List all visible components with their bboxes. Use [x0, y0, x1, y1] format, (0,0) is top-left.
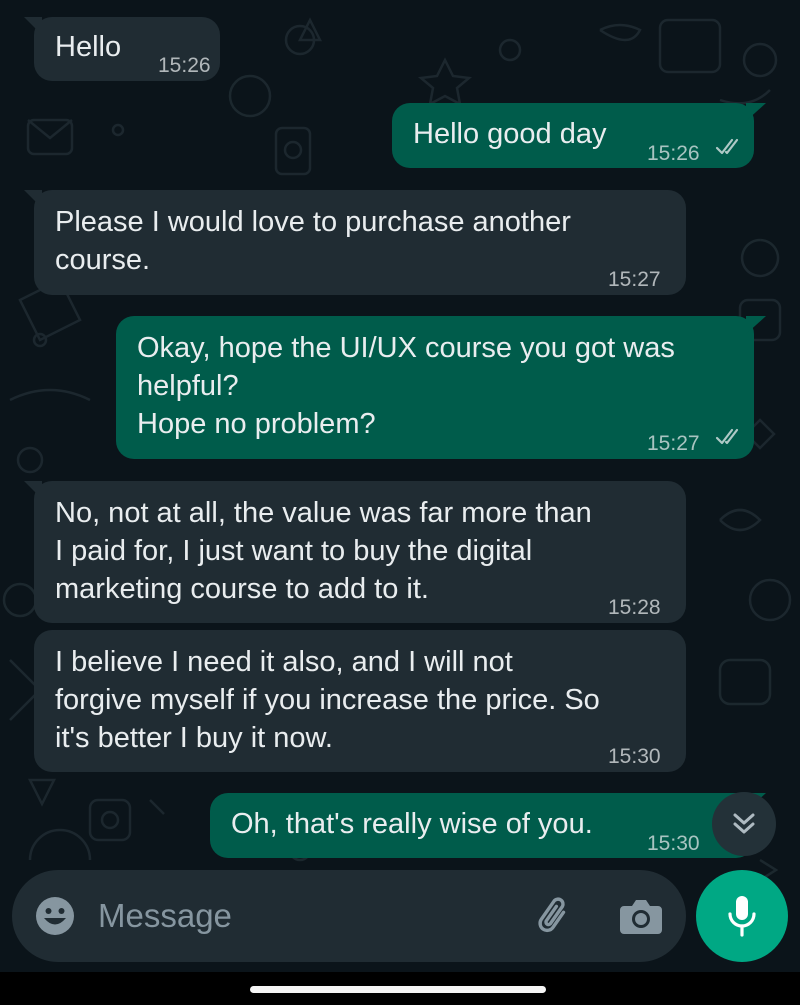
double-chevron-down-icon [733, 813, 755, 834]
message-text: Oh, that's really wise of you. [231, 808, 593, 840]
message-text: Hello [55, 31, 122, 63]
message-bubble-outgoing[interactable]: Oh, that's really wise of you. 15:30 [210, 793, 766, 858]
voice-message-button[interactable] [696, 870, 788, 962]
camera-icon[interactable] [618, 894, 664, 938]
read-ticks-icon [715, 428, 739, 445]
message-bubble-incoming[interactable]: I believe I need it also, and I will not… [34, 630, 686, 772]
message-list: Hello 15:26 Hello good day 15:26 Please … [0, 0, 800, 870]
read-ticks-icon [715, 138, 739, 155]
chat-screen: Hello 15:26 Hello good day 15:26 Please … [0, 0, 800, 1005]
scroll-to-bottom-button[interactable] [712, 792, 776, 856]
message-bubble-incoming[interactable]: Hello 15:26 [24, 17, 220, 81]
message-time: 15:30 [647, 832, 700, 855]
message-text: Please I would love to purchase another … [55, 206, 571, 276]
message-time: 15:27 [647, 432, 700, 455]
system-navigation-bar [0, 972, 800, 1005]
message-text: Hello good day [413, 118, 607, 150]
message-bubble-outgoing[interactable]: Hello good day 15:26 [392, 103, 766, 168]
message-time: 15:30 [608, 745, 661, 768]
message-time: 15:26 [158, 54, 211, 77]
microphone-icon [728, 896, 756, 937]
message-time: 15:28 [608, 596, 661, 619]
message-bubble-incoming[interactable]: Please I would love to purchase another … [24, 190, 686, 295]
message-input[interactable]: Message [98, 896, 232, 936]
message-time: 15:27 [608, 268, 661, 291]
message-bubble-outgoing[interactable]: Okay, hope the UI/UX course you got was … [116, 316, 766, 459]
paperclip-icon[interactable] [530, 892, 578, 940]
message-text: Okay, hope the UI/UX course you got was … [137, 332, 675, 440]
message-text: No, not at all, the value was far more t… [55, 497, 592, 605]
message-text: I believe I need it also, and I will not… [55, 646, 600, 754]
smiley-icon[interactable] [34, 895, 76, 937]
message-time: 15:26 [647, 142, 700, 165]
home-indicator[interactable] [250, 986, 546, 993]
message-bubble-incoming[interactable]: No, not at all, the value was far more t… [24, 481, 686, 623]
message-composer[interactable]: Message [12, 870, 686, 962]
